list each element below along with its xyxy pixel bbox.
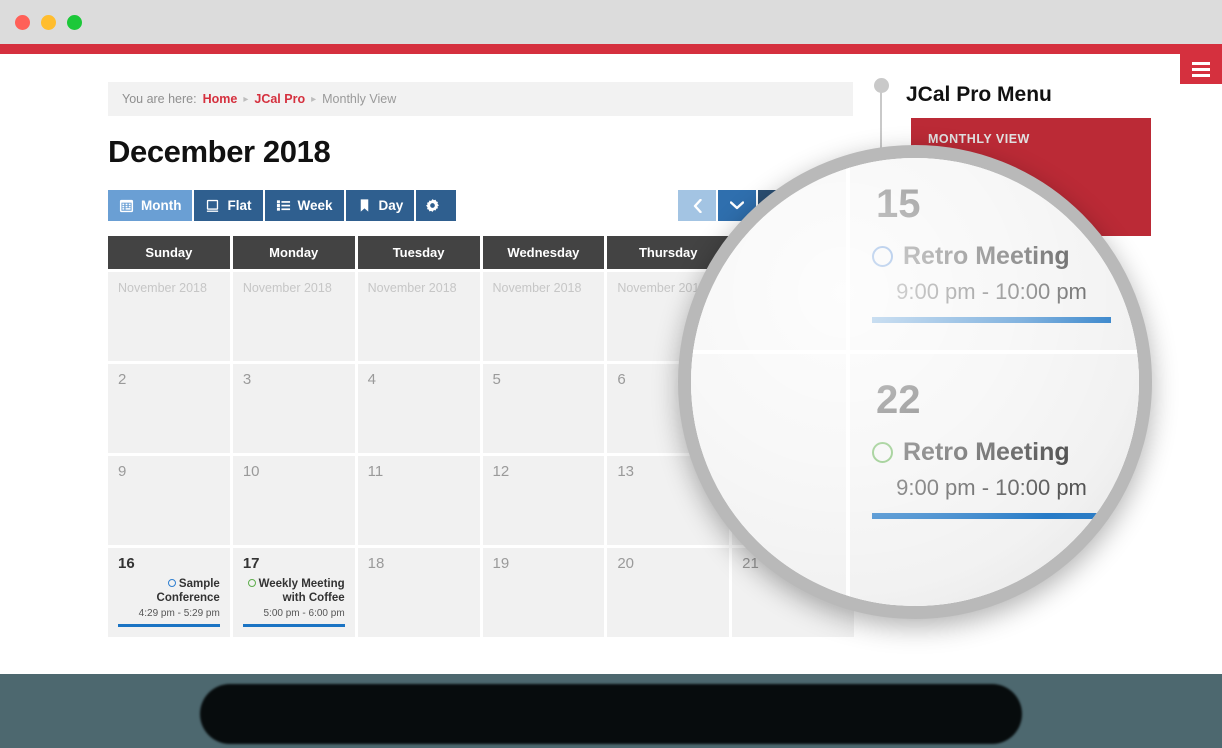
day-number: 17 — [242, 555, 260, 572]
zoom-window-button[interactable] — [67, 15, 82, 30]
calendar-settings-button[interactable] — [416, 190, 457, 221]
magnified-event-time: 9:00 pm - 10:00 pm — [896, 475, 1087, 500]
calendar-event[interactable]: Sample Conference 4:29 pm - 5:29 pm — [118, 577, 220, 627]
traffic-lights — [15, 15, 82, 30]
breadcrumb-separator-icon: ▸ — [243, 93, 249, 105]
calendar-icon — [119, 199, 134, 213]
day-number: 19 — [492, 555, 510, 572]
breadcrumb-prefix: You are here: — [122, 92, 197, 106]
calendar-day-cell[interactable]: 18 — [357, 548, 480, 637]
magnifier-content: 15 Retro Meeting 9:00 pm - 10:00 pm 22 R… — [691, 158, 1139, 606]
gear-icon — [426, 199, 440, 212]
view-button-flat-label: Flat — [227, 198, 252, 213]
event-type-icon — [167, 579, 176, 588]
magnified-daynum: 22 — [876, 378, 921, 422]
day-header-monday: Monday — [232, 236, 355, 269]
day-number: 10 — [242, 463, 260, 480]
event-bar — [118, 623, 220, 627]
view-button-week[interactable]: Week — [264, 190, 344, 221]
day-number: 12 — [492, 463, 510, 480]
day-number: 11 — [367, 463, 384, 480]
breadcrumb-separator-icon: ▸ — [311, 93, 317, 105]
calendar-event[interactable]: Weekly Meeting with Coffee 5:00 pm - 6:00… — [242, 577, 345, 627]
magnified-event-time: 9:00 pm - 10:00 pm — [896, 279, 1087, 304]
jcal-pro-menu-label: JCal Pro Menu — [906, 83, 1052, 106]
event-type-icon — [872, 442, 893, 463]
magnified-event[interactable]: Retro Meeting 9:00 pm - 10:00 pm — [850, 420, 1139, 519]
view-toolbar: Month Flat Week Day — [108, 190, 457, 221]
magnified-event-bar — [872, 513, 1111, 519]
adjacent-month-label: November 2018 — [492, 281, 582, 295]
magnified-event-title: Retro Meeting — [903, 438, 1070, 466]
magnified-event-title-row: Retro Meeting — [872, 438, 1111, 467]
calendar-day-cell[interactable]: 4 — [357, 364, 480, 453]
magnified-event-bar — [872, 317, 1111, 323]
event-title: Sample Conference — [156, 577, 220, 605]
page-canvas: You are here: Home ▸ JCal Pro ▸ Monthly … — [0, 54, 1222, 674]
breadcrumb: You are here: Home ▸ JCal Pro ▸ Monthly … — [108, 82, 853, 116]
calendar-day-cell[interactable]: 5 — [482, 364, 605, 453]
view-button-day[interactable]: Day — [345, 190, 415, 221]
day-number: 9 — [118, 463, 127, 480]
day-number: 16 — [118, 555, 135, 572]
magnified-event-title: Retro Meeting — [903, 242, 1070, 270]
day-number: 18 — [367, 555, 385, 572]
calendar-day-cell[interactable]: 19 — [482, 548, 605, 637]
day-number: 3 — [242, 371, 252, 388]
calendar-day-cell[interactable]: 10 — [232, 456, 355, 545]
magnified-daynum: 15 — [876, 182, 921, 226]
callout-pin-icon — [874, 78, 889, 93]
breadcrumb-item-monthly-view: Monthly View — [322, 92, 397, 106]
magnified-left-column — [691, 158, 846, 606]
day-number: 5 — [492, 371, 501, 388]
book-icon — [207, 199, 219, 212]
calendar-day-cell[interactable]: 9 — [108, 456, 230, 545]
calendar-day-cell[interactable]: 17 Weekly Meeting with Coffee 5:00 pm - 6:… — [232, 548, 355, 637]
device-shadow — [200, 684, 1022, 744]
minimize-window-button[interactable] — [41, 15, 56, 30]
breadcrumb-item-home[interactable]: Home — [203, 92, 238, 106]
event-type-icon — [247, 579, 256, 588]
calendar-day-cell[interactable]: 16 Sample Conference 4:29 pm - 5:29 pm — [108, 548, 230, 637]
view-button-month[interactable]: Month — [108, 190, 193, 221]
day-header-sunday: Sunday — [108, 236, 230, 269]
list-icon — [276, 200, 290, 211]
view-button-week-label: Week — [297, 198, 333, 213]
event-time: 5:00 pm - 6:00 pm — [263, 607, 345, 619]
view-button-day-label: Day — [378, 198, 404, 213]
calendar-day-cell[interactable]: November 2018 — [482, 272, 605, 361]
view-button-month-label: Month — [141, 198, 182, 213]
breadcrumb-item-jcal-pro[interactable]: JCal Pro — [254, 92, 305, 106]
calendar-day-cell[interactable]: November 2018 — [357, 272, 480, 361]
event-type-icon — [872, 246, 893, 267]
magnified-event[interactable]: Retro Meeting 9:00 pm - 10:00 pm — [850, 224, 1139, 323]
calendar-day-cell[interactable]: 3 — [232, 364, 355, 453]
event-bar — [242, 623, 345, 627]
adjacent-month-label: November 2018 — [242, 281, 332, 295]
day-number: 2 — [118, 371, 127, 388]
calendar-day-cell[interactable]: November 2018 — [108, 272, 230, 361]
hamburger-icon[interactable] — [1180, 54, 1222, 84]
view-button-flat[interactable]: Flat — [194, 190, 263, 221]
page-title: December 2018 — [108, 134, 331, 169]
day-header-tuesday: Tuesday — [357, 236, 480, 269]
day-number: 4 — [367, 371, 376, 388]
magnified-event-title-row: Retro Meeting — [872, 242, 1111, 271]
calendar-day-cell[interactable]: 12 — [482, 456, 605, 545]
adjacent-month-label: November 2018 — [118, 281, 207, 295]
bookmark-icon — [360, 199, 368, 212]
event-title: Weekly Meeting with Coffee — [243, 577, 345, 606]
calendar-day-cell[interactable]: 11 — [357, 456, 480, 545]
day-header-wednesday: Wednesday — [482, 236, 605, 269]
event-time: 4:29 pm - 5:29 pm — [138, 607, 220, 619]
close-window-button[interactable] — [15, 15, 30, 30]
magnifier-lens: 15 Retro Meeting 9:00 pm - 10:00 pm 22 R… — [678, 145, 1152, 619]
brand-bar — [0, 44, 1222, 54]
calendar-day-cell[interactable]: 2 — [108, 364, 230, 453]
magnified-day-cell-22[interactable]: 22 Retro Meeting 9:00 pm - 10:00 pm — [850, 354, 1139, 606]
calendar-day-cell[interactable]: November 2018 — [232, 272, 355, 361]
adjacent-month-label: November 2018 — [367, 281, 457, 295]
magnified-day-cell-15[interactable]: 15 Retro Meeting 9:00 pm - 10:00 pm — [850, 158, 1139, 350]
browser-chrome — [0, 0, 1222, 44]
